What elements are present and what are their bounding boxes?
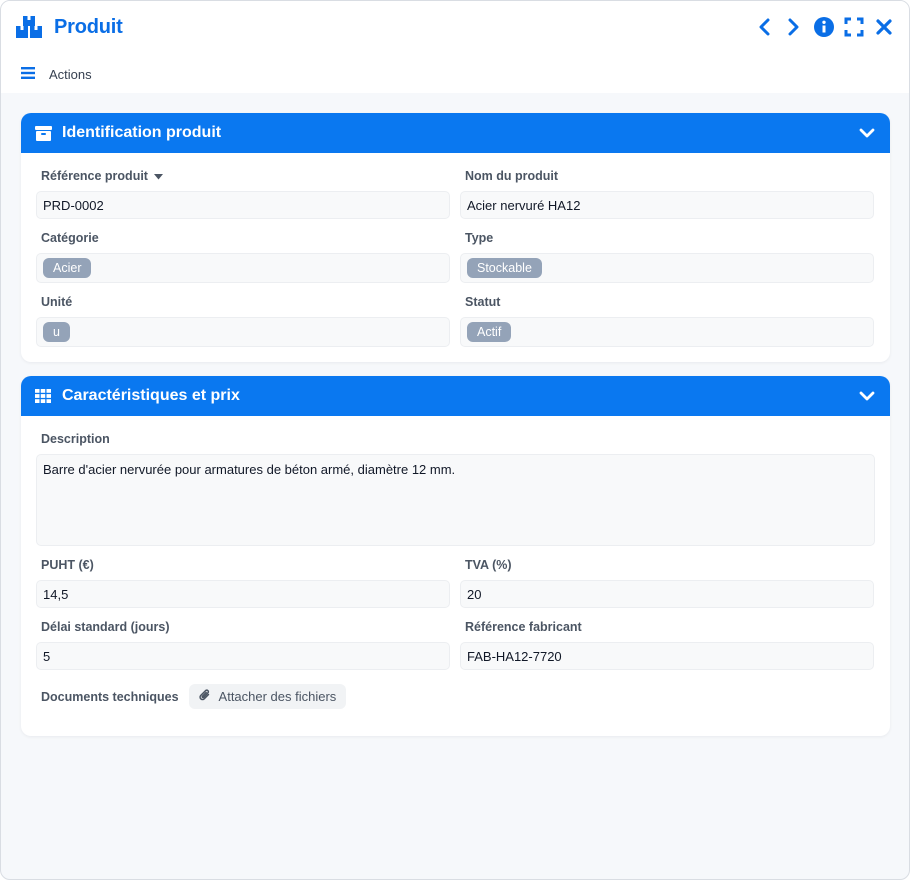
delai-field: Délai standard (jours) 5 — [36, 618, 450, 670]
puht-label: PUHT (€) — [41, 558, 94, 572]
close-icon[interactable] — [873, 16, 895, 38]
type-label: Type — [465, 231, 494, 245]
actions-menu[interactable]: Actions — [21, 67, 92, 82]
ref-fabricant-label: Référence fabricant — [465, 620, 582, 634]
section-title: Caractéristiques et prix — [62, 387, 240, 404]
tva-label: TVA (%) — [465, 558, 512, 572]
reference-input[interactable]: PRD-0002 — [36, 191, 450, 219]
delai-input[interactable]: 5 — [36, 642, 450, 670]
reference-field: Référence produit PRD-0002 — [36, 167, 450, 219]
documents-field: Documents techniques Attacher des fichie… — [36, 684, 875, 709]
actions-label: Actions — [49, 67, 92, 82]
statut-tag: Actif — [467, 322, 512, 342]
tva-field: TVA (%) 20 — [460, 556, 874, 608]
hamburger-icon — [21, 67, 35, 82]
chevron-down-icon[interactable] — [858, 124, 876, 142]
reference-label-text: Référence produit — [41, 169, 148, 183]
description-field: Description Barre d'acier nervurée pour … — [36, 430, 875, 546]
chevron-right-icon[interactable] — [783, 16, 805, 38]
section-caracteristiques-header[interactable]: Caractéristiques et prix — [21, 376, 890, 416]
unite-field: Unité u — [36, 293, 450, 347]
section-caracteristiques-body: Description Barre d'acier nervurée pour … — [21, 416, 890, 736]
section-identification: Identification produit Référence produit — [21, 113, 890, 362]
expand-icon[interactable] — [843, 16, 865, 38]
box-icon — [35, 125, 53, 141]
puht-field: PUHT (€) 14,5 — [36, 556, 450, 608]
nom-input[interactable]: Acier nervuré HA12 — [460, 191, 874, 219]
product-window: Produit Actions Identification produit R… — [0, 0, 910, 880]
section-identification-header[interactable]: Identification produit — [21, 113, 890, 153]
tva-input[interactable]: 20 — [460, 580, 874, 608]
documents-label: Documents techniques — [41, 689, 179, 704]
caret-down-icon[interactable] — [153, 169, 163, 183]
grid-icon — [35, 388, 53, 404]
paperclip-icon — [198, 688, 211, 705]
ref-fabricant-field: Référence fabricant FAB-HA12-7720 — [460, 618, 874, 670]
description-label: Description — [41, 432, 110, 446]
info-icon[interactable] — [813, 16, 835, 38]
attach-files-button[interactable]: Attacher des fichiers — [188, 684, 347, 709]
statut-field: Statut Actif — [460, 293, 874, 347]
puht-input[interactable]: 14,5 — [36, 580, 450, 608]
delai-label: Délai standard (jours) — [41, 620, 170, 634]
section-identification-body: Référence produit PRD-0002 Nom du produi… — [21, 153, 890, 362]
categorie-tag: Acier — [43, 258, 92, 278]
description-textarea[interactable]: Barre d'acier nervurée pour armatures de… — [36, 454, 875, 546]
categorie-select[interactable]: Acier — [36, 253, 450, 283]
section-title: Identification produit — [62, 124, 222, 141]
chevron-down-icon[interactable] — [858, 387, 876, 405]
chevron-left-icon[interactable] — [753, 16, 775, 38]
type-select[interactable]: Stockable — [460, 253, 874, 283]
window-header: Produit Actions — [1, 1, 909, 93]
attach-files-label: Attacher des fichiers — [218, 689, 337, 704]
reference-label: Référence produit — [36, 167, 450, 185]
window-title: Produit — [54, 15, 123, 38]
nom-label: Nom du produit — [465, 169, 559, 183]
form-content: Identification produit Référence produit — [21, 113, 890, 750]
statut-select[interactable]: Actif — [460, 317, 874, 347]
categorie-label: Catégorie — [41, 231, 99, 245]
unite-label: Unité — [41, 295, 73, 309]
unite-tag: u — [43, 322, 70, 342]
statut-label: Statut — [465, 295, 501, 309]
unite-select[interactable]: u — [36, 317, 450, 347]
ref-fabricant-input[interactable]: FAB-HA12-7720 — [460, 642, 874, 670]
section-caracteristiques: Caractéristiques et prix Description Bar… — [21, 376, 890, 736]
nom-field: Nom du produit Acier nervuré HA12 — [460, 167, 874, 219]
type-field: Type Stockable — [460, 229, 874, 283]
window-controls — [753, 16, 895, 38]
type-tag: Stockable — [467, 258, 542, 278]
boxes-icon — [15, 14, 45, 40]
title-bar: Produit — [15, 13, 895, 41]
categorie-field: Catégorie Acier — [36, 229, 450, 283]
